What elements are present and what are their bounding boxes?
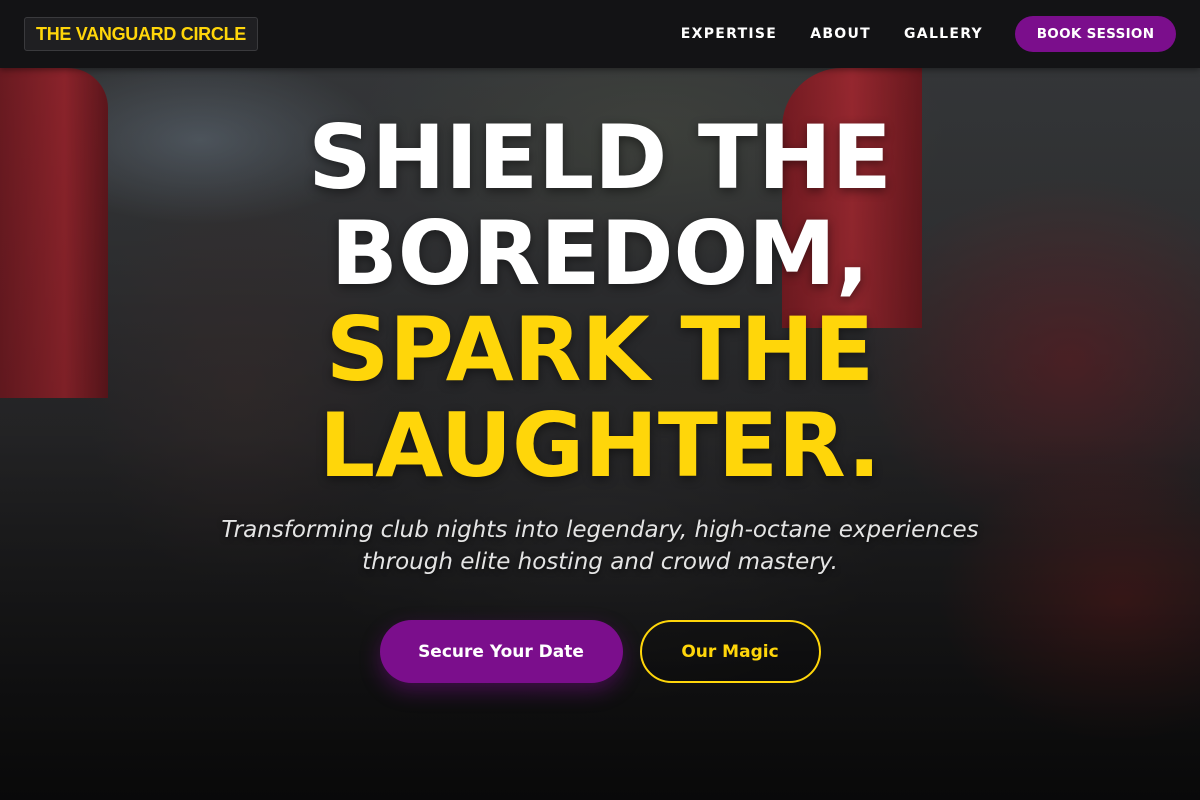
hero-headline: SHIELD THE BOREDOM, SPARK THE LAUGHTER. xyxy=(0,110,1200,494)
hero-cta-row: Secure Your Date Our Magic xyxy=(0,620,1200,683)
nav-link-gallery[interactable]: GALLERY xyxy=(904,26,983,42)
nav-link-expertise[interactable]: EXPERTISE xyxy=(681,26,777,42)
headline-line-2: BOREDOM, xyxy=(330,202,870,305)
our-magic-button[interactable]: Our Magic xyxy=(639,620,821,683)
headline-line-1: SHIELD THE xyxy=(308,106,892,209)
headline-line-3: SPARK THE xyxy=(325,298,875,401)
nav-links: EXPERTISE ABOUT GALLERY xyxy=(681,0,983,68)
top-navbar: THE VANGUARD CIRCLE EXPERTISE ABOUT GALL… xyxy=(0,0,1200,68)
hero-subtitle: Transforming club nights into legendary,… xyxy=(221,517,979,575)
book-session-button[interactable]: BOOK SESSION xyxy=(1015,16,1176,52)
hero-section: SHIELD THE BOREDOM, SPARK THE LAUGHTER. … xyxy=(0,110,1200,578)
headline-line-4: LAUGHTER. xyxy=(319,394,881,497)
secure-your-date-button[interactable]: Secure Your Date xyxy=(379,620,623,683)
brand-logo[interactable]: THE VANGUARD CIRCLE xyxy=(24,17,258,51)
nav-link-about[interactable]: ABOUT xyxy=(810,26,871,42)
